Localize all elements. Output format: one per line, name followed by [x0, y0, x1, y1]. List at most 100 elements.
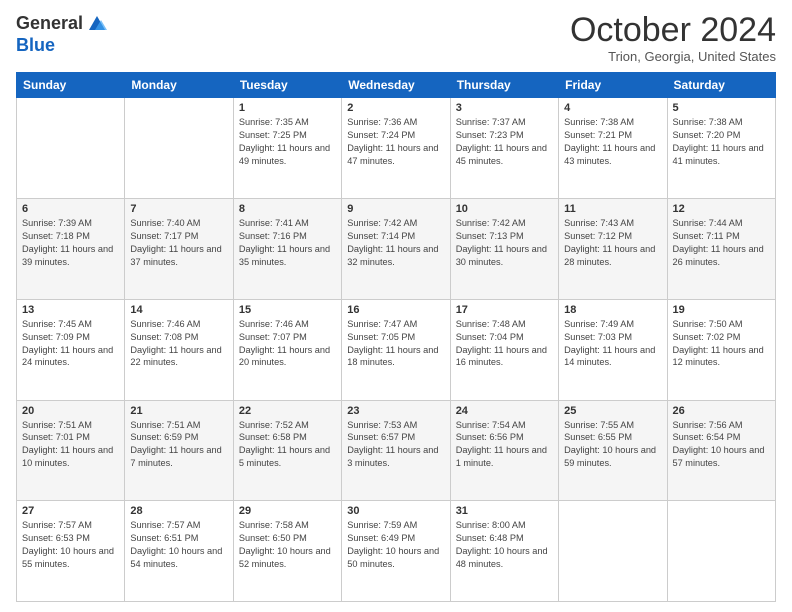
calendar-cell-w4-d2: 21 Sunrise: 7:51 AMSunset: 6:59 PMDaylig…	[125, 400, 233, 501]
calendar-week-3: 13 Sunrise: 7:45 AMSunset: 7:09 PMDaylig…	[17, 299, 776, 400]
day-info: Sunrise: 7:53 AMSunset: 6:57 PMDaylight:…	[347, 420, 438, 469]
day-info: Sunrise: 7:57 AMSunset: 6:53 PMDaylight:…	[22, 520, 114, 569]
day-number: 2	[347, 102, 444, 114]
day-number: 10	[456, 203, 553, 215]
day-info: Sunrise: 7:42 AMSunset: 7:14 PMDaylight:…	[347, 218, 438, 267]
day-number: 17	[456, 304, 553, 316]
day-info: Sunrise: 7:35 AMSunset: 7:25 PMDaylight:…	[239, 117, 330, 166]
calendar-cell-w5-d5: 31 Sunrise: 8:00 AMSunset: 6:48 PMDaylig…	[450, 501, 558, 602]
calendar-cell-w3-d5: 17 Sunrise: 7:48 AMSunset: 7:04 PMDaylig…	[450, 299, 558, 400]
title-block: October 2024 Trion, Georgia, United Stat…	[570, 12, 776, 64]
day-number: 18	[564, 304, 661, 316]
day-number: 24	[456, 405, 553, 417]
calendar-cell-w5-d2: 28 Sunrise: 7:57 AMSunset: 6:51 PMDaylig…	[125, 501, 233, 602]
day-number: 30	[347, 505, 444, 517]
day-number: 6	[22, 203, 119, 215]
calendar-cell-w1-d1	[17, 98, 125, 199]
calendar-cell-w3-d3: 15 Sunrise: 7:46 AMSunset: 7:07 PMDaylig…	[233, 299, 341, 400]
day-info: Sunrise: 7:50 AMSunset: 7:02 PMDaylight:…	[673, 319, 764, 368]
day-number: 3	[456, 102, 553, 114]
calendar-cell-w4-d7: 26 Sunrise: 7:56 AMSunset: 6:54 PMDaylig…	[667, 400, 775, 501]
calendar-cell-w5-d6	[559, 501, 667, 602]
day-number: 26	[673, 405, 770, 417]
header-saturday: Saturday	[667, 73, 775, 98]
calendar-week-5: 27 Sunrise: 7:57 AMSunset: 6:53 PMDaylig…	[17, 501, 776, 602]
day-info: Sunrise: 7:46 AMSunset: 7:07 PMDaylight:…	[239, 319, 330, 368]
calendar-cell-w3-d6: 18 Sunrise: 7:49 AMSunset: 7:03 PMDaylig…	[559, 299, 667, 400]
day-number: 16	[347, 304, 444, 316]
day-number: 23	[347, 405, 444, 417]
day-info: Sunrise: 7:36 AMSunset: 7:24 PMDaylight:…	[347, 117, 438, 166]
calendar-cell-w4-d4: 23 Sunrise: 7:53 AMSunset: 6:57 PMDaylig…	[342, 400, 450, 501]
day-number: 14	[130, 304, 227, 316]
calendar-cell-w2-d6: 11 Sunrise: 7:43 AMSunset: 7:12 PMDaylig…	[559, 199, 667, 300]
header: General Blue October 2024 Trion, Georgia…	[16, 12, 776, 64]
header-friday: Friday	[559, 73, 667, 98]
header-monday: Monday	[125, 73, 233, 98]
day-number: 21	[130, 405, 227, 417]
calendar-cell-w5-d7	[667, 501, 775, 602]
calendar-cell-w1-d7: 5 Sunrise: 7:38 AMSunset: 7:20 PMDayligh…	[667, 98, 775, 199]
day-number: 1	[239, 102, 336, 114]
day-info: Sunrise: 7:56 AMSunset: 6:54 PMDaylight:…	[673, 420, 765, 469]
day-info: Sunrise: 7:52 AMSunset: 6:58 PMDaylight:…	[239, 420, 330, 469]
day-info: Sunrise: 7:39 AMSunset: 7:18 PMDaylight:…	[22, 218, 113, 267]
calendar-cell-w4-d3: 22 Sunrise: 7:52 AMSunset: 6:58 PMDaylig…	[233, 400, 341, 501]
header-thursday: Thursday	[450, 73, 558, 98]
day-number: 12	[673, 203, 770, 215]
day-info: Sunrise: 7:38 AMSunset: 7:21 PMDaylight:…	[564, 117, 655, 166]
day-info: Sunrise: 7:42 AMSunset: 7:13 PMDaylight:…	[456, 218, 547, 267]
calendar-cell-w2-d5: 10 Sunrise: 7:42 AMSunset: 7:13 PMDaylig…	[450, 199, 558, 300]
logo-general: General	[16, 14, 83, 34]
logo-blue: Blue	[16, 36, 109, 56]
calendar-week-1: 1 Sunrise: 7:35 AMSunset: 7:25 PMDayligh…	[17, 98, 776, 199]
day-info: Sunrise: 7:43 AMSunset: 7:12 PMDaylight:…	[564, 218, 655, 267]
day-number: 27	[22, 505, 119, 517]
logo-icon	[85, 12, 109, 36]
day-number: 4	[564, 102, 661, 114]
header-tuesday: Tuesday	[233, 73, 341, 98]
logo: General Blue	[16, 12, 109, 56]
calendar-cell-w4-d6: 25 Sunrise: 7:55 AMSunset: 6:55 PMDaylig…	[559, 400, 667, 501]
day-info: Sunrise: 7:44 AMSunset: 7:11 PMDaylight:…	[673, 218, 764, 267]
calendar-cell-w3-d7: 19 Sunrise: 7:50 AMSunset: 7:02 PMDaylig…	[667, 299, 775, 400]
day-number: 15	[239, 304, 336, 316]
day-info: Sunrise: 7:38 AMSunset: 7:20 PMDaylight:…	[673, 117, 764, 166]
calendar-header-row: Sunday Monday Tuesday Wednesday Thursday…	[17, 73, 776, 98]
calendar-cell-w4-d1: 20 Sunrise: 7:51 AMSunset: 7:01 PMDaylig…	[17, 400, 125, 501]
calendar-cell-w3-d4: 16 Sunrise: 7:47 AMSunset: 7:05 PMDaylig…	[342, 299, 450, 400]
day-number: 5	[673, 102, 770, 114]
day-number: 20	[22, 405, 119, 417]
day-number: 19	[673, 304, 770, 316]
calendar-cell-w2-d1: 6 Sunrise: 7:39 AMSunset: 7:18 PMDayligh…	[17, 199, 125, 300]
day-number: 28	[130, 505, 227, 517]
day-info: Sunrise: 7:51 AMSunset: 7:01 PMDaylight:…	[22, 420, 113, 469]
day-number: 7	[130, 203, 227, 215]
calendar-cell-w2-d4: 9 Sunrise: 7:42 AMSunset: 7:14 PMDayligh…	[342, 199, 450, 300]
calendar-cell-w4-d5: 24 Sunrise: 7:54 AMSunset: 6:56 PMDaylig…	[450, 400, 558, 501]
calendar-cell-w1-d2	[125, 98, 233, 199]
calendar-cell-w2-d7: 12 Sunrise: 7:44 AMSunset: 7:11 PMDaylig…	[667, 199, 775, 300]
day-info: Sunrise: 7:55 AMSunset: 6:55 PMDaylight:…	[564, 420, 656, 469]
day-number: 11	[564, 203, 661, 215]
day-info: Sunrise: 7:47 AMSunset: 7:05 PMDaylight:…	[347, 319, 438, 368]
day-info: Sunrise: 7:41 AMSunset: 7:16 PMDaylight:…	[239, 218, 330, 267]
calendar-cell-w1-d5: 3 Sunrise: 7:37 AMSunset: 7:23 PMDayligh…	[450, 98, 558, 199]
day-info: Sunrise: 7:59 AMSunset: 6:49 PMDaylight:…	[347, 520, 439, 569]
calendar-week-2: 6 Sunrise: 7:39 AMSunset: 7:18 PMDayligh…	[17, 199, 776, 300]
day-info: Sunrise: 7:45 AMSunset: 7:09 PMDaylight:…	[22, 319, 113, 368]
calendar-cell-w5-d4: 30 Sunrise: 7:59 AMSunset: 6:49 PMDaylig…	[342, 501, 450, 602]
day-info: Sunrise: 7:40 AMSunset: 7:17 PMDaylight:…	[130, 218, 221, 267]
header-wednesday: Wednesday	[342, 73, 450, 98]
calendar-table: Sunday Monday Tuesday Wednesday Thursday…	[16, 72, 776, 602]
day-number: 31	[456, 505, 553, 517]
day-number: 9	[347, 203, 444, 215]
header-sunday: Sunday	[17, 73, 125, 98]
calendar-cell-w5-d1: 27 Sunrise: 7:57 AMSunset: 6:53 PMDaylig…	[17, 501, 125, 602]
day-info: Sunrise: 7:49 AMSunset: 7:03 PMDaylight:…	[564, 319, 655, 368]
day-info: Sunrise: 7:46 AMSunset: 7:08 PMDaylight:…	[130, 319, 221, 368]
day-number: 25	[564, 405, 661, 417]
calendar-cell-w2-d2: 7 Sunrise: 7:40 AMSunset: 7:17 PMDayligh…	[125, 199, 233, 300]
calendar-cell-w1-d6: 4 Sunrise: 7:38 AMSunset: 7:21 PMDayligh…	[559, 98, 667, 199]
calendar-cell-w1-d3: 1 Sunrise: 7:35 AMSunset: 7:25 PMDayligh…	[233, 98, 341, 199]
